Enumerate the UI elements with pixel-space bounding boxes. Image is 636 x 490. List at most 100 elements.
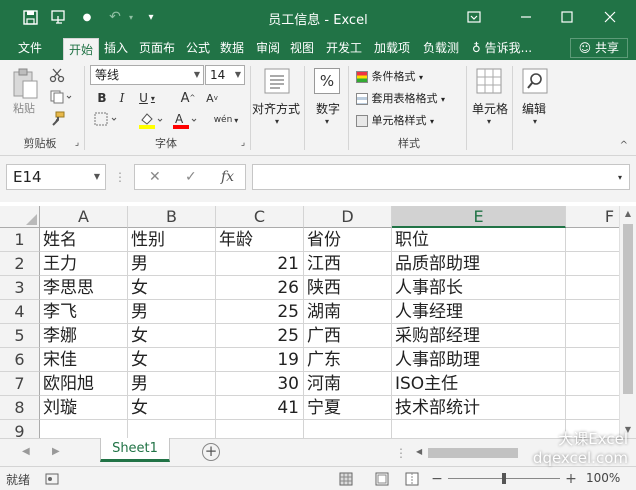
tab-load-test[interactable]: 负载测 — [416, 36, 466, 60]
tab-developer[interactable]: 开发工 — [320, 36, 368, 60]
tab-formulas[interactable]: 公式 — [182, 36, 214, 60]
tab-review[interactable]: 审阅 — [252, 36, 284, 60]
cell-a5[interactable]: 李娜 — [40, 324, 128, 348]
vertical-scrollbar[interactable]: ▲ ▼ — [619, 206, 636, 438]
paste-icon[interactable] — [10, 66, 40, 100]
alignment-icon[interactable] — [262, 66, 292, 96]
column-header-e[interactable]: E — [392, 206, 566, 228]
cell-e7[interactable]: ISO主任 — [392, 372, 566, 396]
percent-icon[interactable]: % — [312, 66, 342, 96]
insert-function-icon[interactable]: fx — [221, 169, 234, 185]
collapse-ribbon-icon[interactable]: ^ — [620, 140, 628, 151]
expand-formula-icon[interactable]: ▾ — [614, 170, 626, 184]
tab-file[interactable]: 文件 — [8, 36, 52, 60]
grip-icon[interactable]: ⋮ — [114, 168, 126, 186]
maximize-icon[interactable] — [555, 6, 579, 28]
cell-a2[interactable]: 王力 — [40, 252, 128, 276]
share-button[interactable]: ☺ 共享 — [569, 38, 628, 58]
scroll-up-icon[interactable]: ▲ — [620, 206, 636, 222]
cell-c4[interactable]: 25 — [216, 300, 304, 324]
cancel-icon[interactable]: ✕ — [149, 169, 161, 185]
column-header-d[interactable]: D — [304, 206, 392, 228]
row-header[interactable]: 6 — [0, 348, 40, 372]
add-sheet-icon[interactable]: + — [202, 443, 220, 461]
clipboard-launcher-icon[interactable]: ⌟ — [72, 138, 82, 148]
cells-button[interactable]: 单元格 — [472, 100, 508, 117]
cell-a8[interactable]: 刘璇 — [40, 396, 128, 420]
cell-c2[interactable]: 21 — [216, 252, 304, 276]
cell-b3[interactable]: 女 — [128, 276, 216, 300]
zoom-in-icon[interactable]: + — [565, 471, 577, 487]
select-all-corner[interactable] — [0, 206, 40, 228]
zoom-out-icon[interactable]: − — [431, 471, 443, 487]
bold-icon[interactable]: B — [96, 90, 108, 106]
tab-addins[interactable]: 加载项 — [370, 36, 414, 60]
cell-c5[interactable]: 25 — [216, 324, 304, 348]
cell-e5[interactable]: 采购部经理 — [392, 324, 566, 348]
cell-b1[interactable]: 性别 — [128, 228, 216, 252]
cell-b2[interactable]: 男 — [128, 252, 216, 276]
cell-b7[interactable]: 男 — [128, 372, 216, 396]
cell-b4[interactable]: 男 — [128, 300, 216, 324]
cell-d6[interactable]: 广东 — [304, 348, 392, 372]
close-icon[interactable] — [598, 6, 622, 28]
borders-icon[interactable] — [92, 110, 120, 128]
sheet-tab-sheet1[interactable]: Sheet1 — [100, 438, 170, 462]
cell-c9[interactable] — [216, 420, 304, 438]
row-header[interactable]: 7 — [0, 372, 40, 396]
tab-view[interactable]: 视图 — [286, 36, 318, 60]
cell-styles-button[interactable]: 单元格样式 ▾ — [356, 112, 434, 128]
cell-a9[interactable] — [40, 420, 128, 438]
spreadsheet-grid[interactable]: A B C D E F 1 姓名 性别 年龄 省份 职位 2 王力男 21 江西 品质部助理 3 李思思… — [0, 206, 636, 438]
cell-d4[interactable]: 湖南 — [304, 300, 392, 324]
cell-c3[interactable]: 26 — [216, 276, 304, 300]
cell-e3[interactable]: 人事部长 — [392, 276, 566, 300]
cell-d9[interactable] — [304, 420, 392, 438]
cell-b8[interactable]: 女 — [128, 396, 216, 420]
font-color-icon[interactable]: A — [170, 110, 200, 130]
cell-e6[interactable]: 人事部助理 — [392, 348, 566, 372]
row-header[interactable]: 8 — [0, 396, 40, 420]
cell-d5[interactable]: 广西 — [304, 324, 392, 348]
page-break-view-icon[interactable] — [404, 471, 420, 487]
copy-icon[interactable] — [46, 88, 76, 106]
row-header[interactable]: 3 — [0, 276, 40, 300]
cell-b9[interactable] — [128, 420, 216, 438]
tab-home[interactable]: 开始 — [63, 38, 99, 60]
normal-view-icon[interactable] — [338, 471, 354, 487]
cell-a1[interactable]: 姓名 — [40, 228, 128, 252]
decrease-font-icon[interactable]: Av — [204, 90, 220, 106]
split-handle-icon[interactable]: ⋮ — [395, 445, 407, 461]
cell-b6[interactable]: 女 — [128, 348, 216, 372]
cell-d3[interactable]: 陕西 — [304, 276, 392, 300]
tab-data[interactable]: 数据 — [216, 36, 248, 60]
column-header-a[interactable]: A — [40, 206, 128, 228]
row-header[interactable]: 2 — [0, 252, 40, 276]
paste-button[interactable]: 粘贴 — [13, 100, 35, 116]
name-box[interactable]: E14 ▼ — [6, 164, 106, 190]
cells-icon[interactable] — [474, 66, 504, 96]
cell-d7[interactable]: 河南 — [304, 372, 392, 396]
search-icon[interactable] — [520, 66, 550, 96]
tab-page-layout[interactable]: 页面布 — [134, 36, 180, 60]
next-sheet-icon[interactable]: ▶ — [52, 446, 60, 457]
zoom-level[interactable]: 100% — [586, 471, 620, 485]
row-header[interactable]: 5 — [0, 324, 40, 348]
alignment-button[interactable]: 对齐方式 — [252, 100, 300, 117]
page-layout-view-icon[interactable] — [374, 471, 390, 487]
phonetic-icon[interactable]: wén ▾ — [212, 110, 240, 130]
scroll-thumb[interactable] — [623, 224, 633, 394]
tell-me-box[interactable]: ♁ 告诉我... — [472, 36, 548, 60]
editing-button[interactable]: 编辑 — [522, 100, 546, 117]
cell-e4[interactable]: 人事经理 — [392, 300, 566, 324]
italic-icon[interactable]: I — [116, 90, 128, 106]
cell-c7[interactable]: 30 — [216, 372, 304, 396]
cell-e2[interactable]: 品质部助理 — [392, 252, 566, 276]
cut-icon[interactable] — [46, 66, 68, 84]
cell-d1[interactable]: 省份 — [304, 228, 392, 252]
tab-insert[interactable]: 插入 — [100, 36, 132, 60]
increase-font-icon[interactable]: A ^ — [180, 90, 196, 106]
format-painter-icon[interactable] — [46, 110, 68, 128]
font-size-select[interactable]: 14 ▼ — [205, 65, 245, 85]
cell-e8[interactable]: 技术部统计 — [392, 396, 566, 420]
